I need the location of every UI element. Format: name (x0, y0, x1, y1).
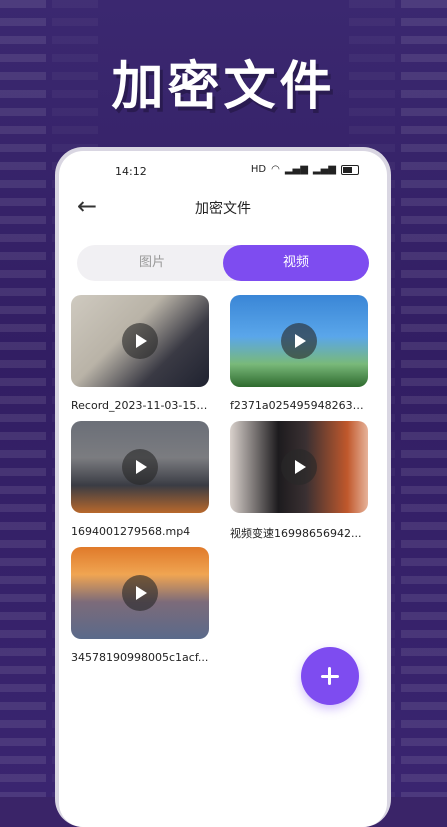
video-filename: f2371a0254959482633... (230, 399, 368, 412)
video-thumbnail[interactable] (71, 421, 209, 513)
video-filename: 34578190998005c1acf... (71, 651, 209, 664)
video-filename: Record_2023-11-03-15-... (71, 399, 209, 412)
play-icon[interactable] (122, 323, 158, 359)
video-item[interactable]: 34578190998005c1acf... (71, 547, 209, 664)
background-stripes (0, 0, 46, 797)
play-icon[interactable] (281, 323, 317, 359)
wifi-icon: ◠ (271, 164, 280, 175)
signal-icon: ▂▄▆ (284, 164, 308, 175)
video-item[interactable]: 视频变速16998656942... (230, 421, 368, 541)
add-file-button[interactable] (301, 647, 359, 705)
phone-frame: 14:12 HD ◠ ▂▄▆ ▂▄▆ ← 加密文件 图片 视频 Record_2… (55, 147, 391, 827)
video-thumbnail[interactable] (71, 295, 209, 387)
tab-images[interactable]: 图片 (77, 245, 227, 281)
app-screen: 14:12 HD ◠ ▂▄▆ ▂▄▆ ← 加密文件 图片 视频 Record_2… (59, 151, 387, 827)
battery-icon (341, 164, 359, 175)
status-icons: HD ◠ ▂▄▆ ▂▄▆ (251, 164, 359, 175)
video-thumbnail[interactable] (230, 421, 368, 513)
play-icon[interactable] (122, 449, 158, 485)
video-item[interactable]: f2371a0254959482633... (230, 295, 368, 412)
video-thumbnail[interactable] (71, 547, 209, 639)
page-title: 加密文件 (195, 201, 251, 217)
hd-icon: HD (250, 164, 267, 175)
play-icon[interactable] (281, 449, 317, 485)
signal-icon: ▂▄▆ (312, 164, 336, 175)
nav-bar: ← 加密文件 (59, 191, 387, 223)
status-time: 14:12 (115, 165, 147, 178)
status-bar: 14:12 HD ◠ ▂▄▆ ▂▄▆ (59, 163, 387, 181)
video-filename: 视频变速16998656942... (230, 527, 362, 540)
tab-switcher: 图片 视频 (77, 245, 369, 281)
video-item[interactable]: 1694001279568.mp4 (71, 421, 209, 538)
play-icon[interactable] (122, 575, 158, 611)
promo-headline: 加密文件 (111, 57, 336, 117)
video-filename: 1694001279568.mp4 (71, 525, 191, 538)
video-thumbnail[interactable] (230, 295, 368, 387)
tab-videos[interactable]: 视频 (223, 245, 369, 281)
background-stripes (401, 0, 447, 797)
video-item[interactable]: Record_2023-11-03-15-... (71, 295, 209, 412)
